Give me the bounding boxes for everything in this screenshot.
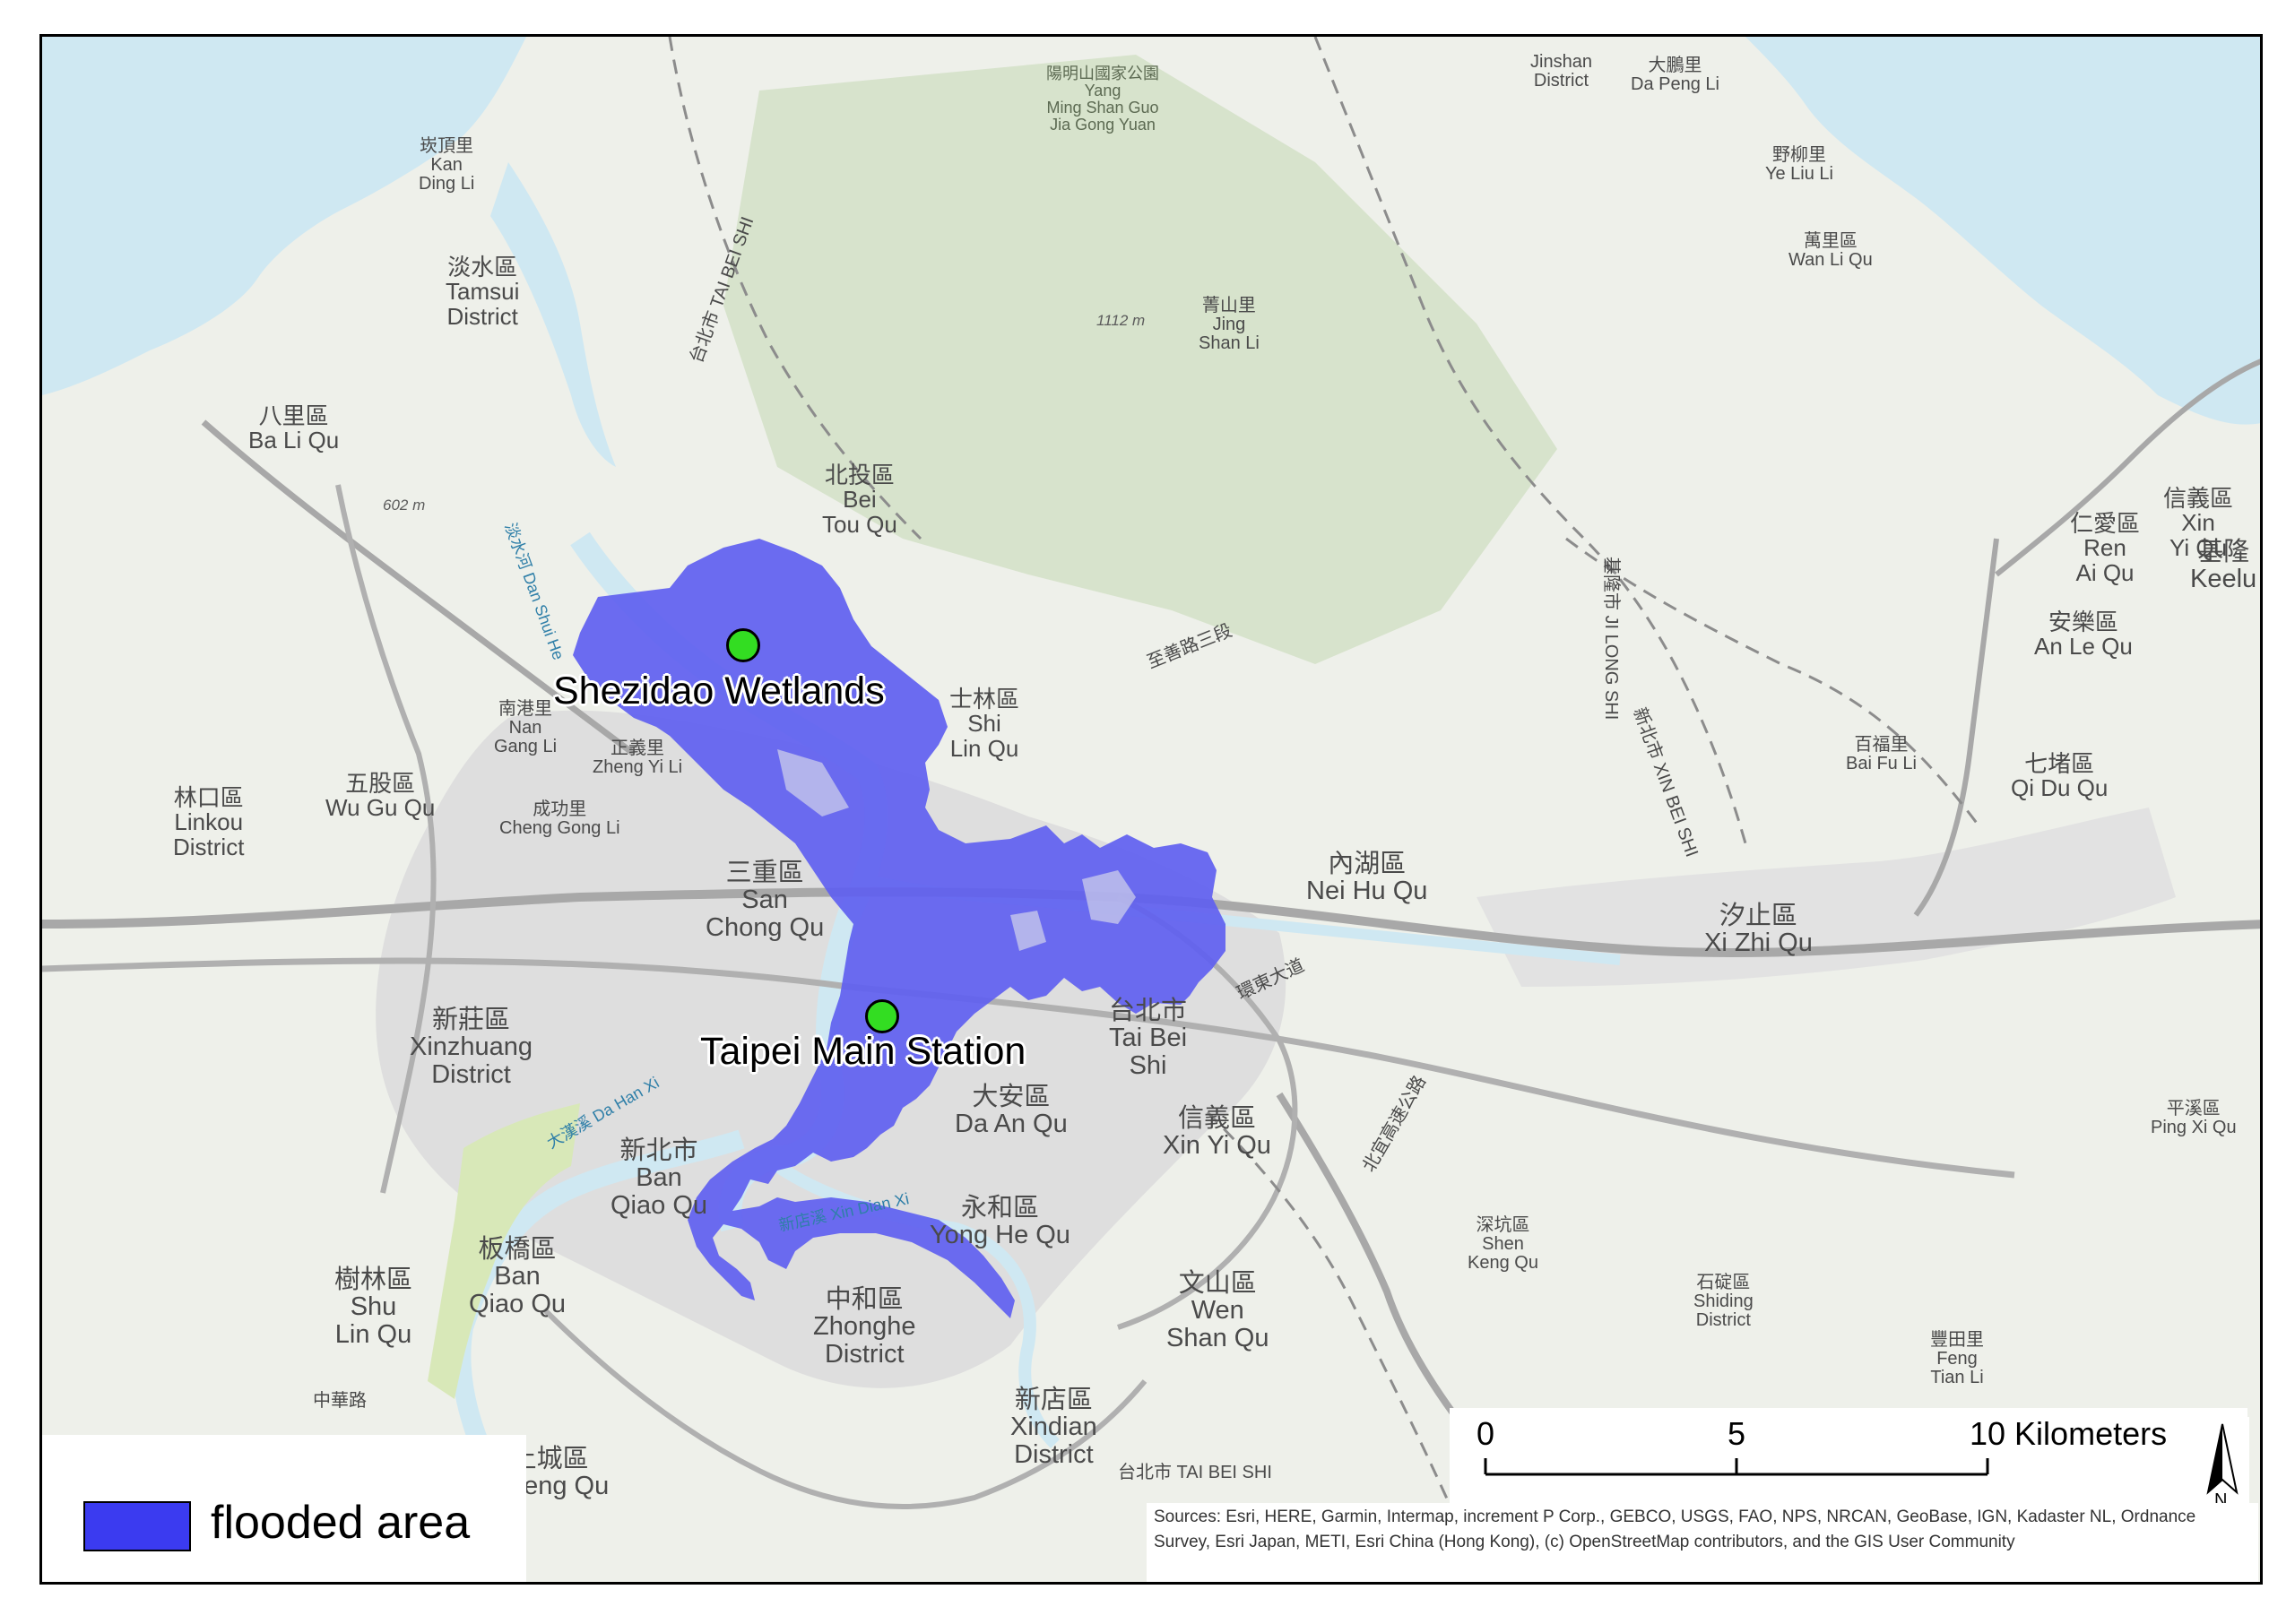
label-shenkeng: 深坑區 Shen Keng Qu [1468, 1215, 1538, 1273]
label-banqiao: 板橋區 Ban Qiao Qu [469, 1235, 566, 1318]
label-neihu: 內湖區 Nei Hu Qu [1306, 850, 1428, 906]
label-xizhi: 汐止區 Xi Zhi Qu [1704, 902, 1813, 958]
label-bali: 八里區 Ba Li Qu [248, 402, 340, 454]
label-xindian: 新店區 Xindian District [1010, 1386, 1097, 1469]
scale-label-5: 5 [1728, 1415, 1746, 1452]
label-chenggong: 成功里 Cheng Gong Li [499, 799, 620, 838]
label-yeliu: 野柳里 Ye Liu Li [1765, 145, 1833, 184]
label-anle: 安樂區 An Le Qu [2034, 609, 2133, 661]
label-linkou: 林口區 Linkou District [173, 784, 245, 860]
label-beitou: 北投區 Bei Tou Qu [822, 462, 897, 538]
scale-label-10: 10 Kilometers [1970, 1415, 2168, 1452]
label-taibei-shi-bottom: 台北市 TAI BEI SHI [1118, 1463, 1272, 1482]
label-taipei-city: 台北市 Tai Bei Shi [1109, 997, 1188, 1080]
label-wenshan: 文山區 Wen Shan Qu [1166, 1269, 1269, 1352]
label-shilin: 士林區 Shi Lin Qu [949, 686, 1020, 762]
label-jinshan: Jinshan District [1530, 52, 1592, 91]
taipei-main-station-marker[interactable] [865, 999, 899, 1033]
label-tamsui: 淡水區 Tamsui District [446, 254, 520, 330]
label-renai: 仁愛區 Ren Ai Qu [2070, 510, 2141, 586]
flooded-area-legend-label: flooded area [211, 1497, 471, 1549]
label-xinzhuang: 新莊區 Xinzhuang District [410, 1006, 533, 1089]
label-xinyi-taipei: 信義區 Xin Yi Qu [1163, 1104, 1271, 1161]
scale-bar: 0 5 10 Kilometers [1450, 1408, 2247, 1507]
map-frame[interactable]: 陽明山國家公園 Yang Ming Shan Guo Jia Gong Yuan… [39, 34, 2263, 1585]
label-shiding: 石碇區 Shiding District [1693, 1273, 1754, 1330]
label-nangang-li: 南港里 Nan Gang Li [494, 699, 558, 756]
label-keelung: 基隆 Keelu [2190, 538, 2257, 594]
label-fengtian: 豐田里 Feng Tian Li [1930, 1330, 1984, 1387]
taipei-main-station-label: Taipei Main Station [700, 1030, 1026, 1073]
map-legend: flooded area [42, 1435, 526, 1582]
label-zhengyi: 正義里 Zheng Yi Li [593, 739, 683, 777]
label-elevation-602: 602 m [383, 497, 426, 514]
label-new-taipei: 新北市 Ban Qiao Qu [611, 1136, 707, 1220]
label-yangmingshan: 陽明山國家公園 Yang Ming Shan Guo Jia Gong Yuan [1046, 65, 1159, 134]
label-elevation-1112: 1112 m [1096, 312, 1146, 329]
label-wugu: 五股區 Wu Gu Qu [325, 770, 436, 822]
label-kanding: 崁頂里 Kan Ding Li [419, 136, 475, 194]
label-daan: 大安區 Da An Qu [955, 1083, 1068, 1139]
shezidao-wetlands-marker[interactable] [726, 628, 760, 662]
scale-label-0: 0 [1477, 1415, 1495, 1452]
label-keelung-city: 基隆市 JI LONG SHI [1601, 557, 1621, 721]
label-jingshan: 菁山里 Jing Shan Li [1199, 296, 1260, 353]
label-qidu: 七堵區 Qi Du Qu [2011, 750, 2109, 802]
north-arrow: N [2195, 1417, 2249, 1516]
label-dapeng: 大鵬里 Da Peng Li [1631, 56, 1719, 94]
shezidao-wetlands-label: Shezidao Wetlands [553, 669, 885, 713]
label-baifu: 百福里 Bai Fu Li [1846, 735, 1917, 773]
label-sanchong: 三重區 San Chong Qu [706, 859, 825, 942]
attribution-text: Sources: Esri, HERE, Garmin, Intermap, i… [1147, 1503, 2258, 1582]
label-shulin: 樹林區 Shu Lin Qu [334, 1266, 413, 1349]
label-pingxi: 平溪區 Ping Xi Qu [2151, 1099, 2237, 1137]
label-wanli: 萬里區 Wan Li Qu [1788, 231, 1873, 270]
flooded-area-swatch [83, 1501, 191, 1551]
label-zhonghe: 中和區 Zhonghe District [813, 1285, 916, 1369]
label-yonghe: 永和區 Yong He Qu [930, 1194, 1070, 1250]
label-zhonghua-rd: 中華路 [313, 1391, 367, 1411]
